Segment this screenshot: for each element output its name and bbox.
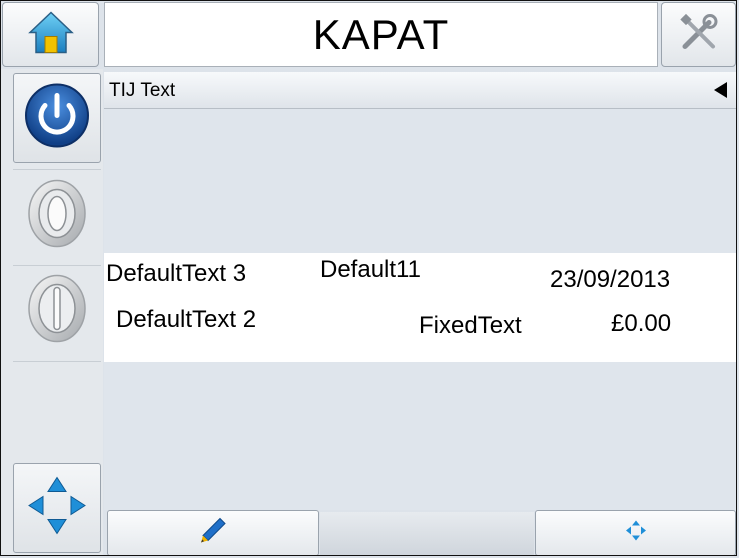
message-field[interactable]: DefaultText 2 [116,306,256,334]
start-icon [26,179,88,254]
message-field[interactable]: £0.00 [611,310,671,338]
tools-icon [679,12,719,57]
edit-button[interactable] [107,510,319,556]
home-button[interactable] [2,2,99,67]
power-button[interactable] [13,73,101,163]
message-field[interactable]: Default11 [320,256,421,284]
message-name: TIJ Text [109,80,176,101]
start-button[interactable] [13,171,101,261]
message-header: TIJ Text [104,72,737,109]
page-title: KAPAT [312,11,450,58]
move-button[interactable] [535,510,736,556]
page-title-bar: KAPAT [104,2,658,67]
bottom-bar-spacer [320,512,534,556]
navigate-button[interactable] [13,463,101,553]
print-preview[interactable]: DefaultText 3 Default11 23/09/2013 Defau… [104,253,737,362]
move-icon [625,520,647,547]
navigate-arrows-icon [26,475,88,542]
printer-screen: KAPAT TIJ Text DefaultText 3 Default11 2… [0,0,739,558]
message-field[interactable]: DefaultText 3 [106,260,246,288]
pencil-icon [198,516,228,551]
tools-button[interactable] [661,2,736,67]
stop-icon [26,274,88,349]
side-divider [13,361,101,362]
collapse-arrow-icon[interactable] [714,82,727,98]
message-field[interactable]: 23/09/2013 [550,266,670,294]
side-panel [0,69,103,556]
side-divider [13,169,101,170]
home-icon [27,10,74,59]
message-field[interactable]: FixedText [419,312,522,340]
stop-button[interactable] [13,266,101,356]
power-icon [23,82,91,155]
